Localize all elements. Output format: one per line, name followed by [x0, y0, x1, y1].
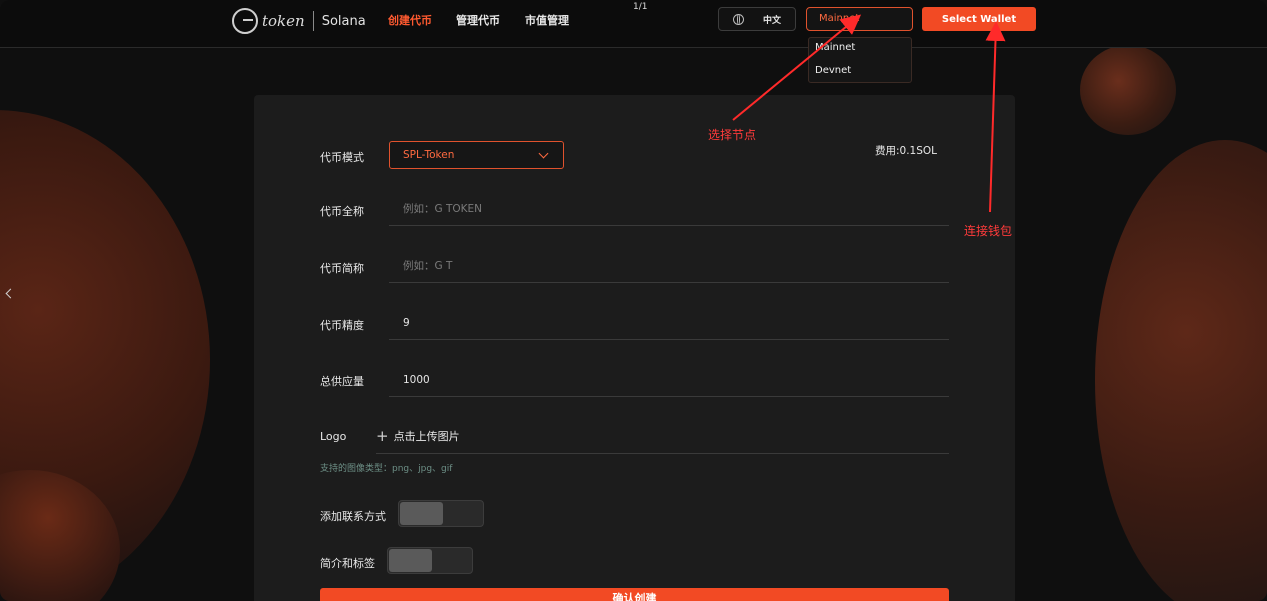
total-supply-field [389, 364, 949, 397]
network-selected: Mainnet [819, 13, 860, 24]
token-name-label: 代币全称 [320, 205, 364, 218]
fee-text: 费用:0.1SOL [875, 145, 938, 157]
language-label: 中文 [763, 15, 782, 26]
token-decimals-field [389, 307, 949, 340]
token-decimals-label: 代币精度 [320, 319, 364, 332]
logo-upload-field [376, 421, 949, 454]
language-button[interactable]: 中文 [718, 7, 796, 31]
create-token-panel [254, 95, 1015, 601]
toggle-knob [389, 549, 432, 572]
intro-toggle[interactable] [387, 547, 473, 574]
network-option-mainnet[interactable]: Mainnet [815, 42, 855, 53]
token-symbol-label: 代币简称 [320, 262, 364, 275]
annotation-connect-wallet: 连接钱包 [964, 224, 1013, 238]
logo-chain: Solana [321, 13, 366, 29]
token-name-field [389, 193, 949, 226]
chevron-down-icon [538, 148, 549, 159]
plus-icon: + [376, 427, 389, 445]
network-dropdown: Mainnet Devnet [808, 37, 912, 83]
total-supply-label: 总供应量 [320, 375, 364, 388]
logo-word: token [262, 12, 305, 30]
annotation-select-node: 选择节点 [708, 128, 757, 142]
decor-blob-small-right [1080, 45, 1176, 135]
brand-logo[interactable]: token Solana [232, 7, 366, 35]
upload-hint: 支持的图像类型：png、jpg、gif [320, 464, 453, 474]
token-mode-label: 代币模式 [320, 151, 364, 164]
page-indicator: 1/1 [633, 2, 648, 12]
total-supply-input[interactable] [389, 364, 949, 396]
decor-blob-right [1095, 140, 1267, 601]
contact-toggle[interactable] [398, 500, 484, 527]
nav-market-cap[interactable]: 市值管理 [525, 12, 569, 28]
logo-divider [312, 11, 314, 31]
contact-label: 添加联系方式 [320, 510, 386, 523]
toggle-knob [400, 502, 443, 525]
logo-upload-button[interactable]: + 点击上传图片 [376, 428, 460, 444]
app-frame: token Solana 创建代币 管理代币 市值管理 1/1 中文 Mainn… [0, 0, 1267, 601]
network-option-devnet[interactable]: Devnet [815, 65, 851, 76]
select-wallet-button[interactable]: Select Wallet [922, 7, 1036, 31]
token-symbol-field [389, 250, 949, 283]
nav-create-token[interactable]: 创建代币 [388, 12, 432, 28]
create-token-button[interactable]: 确认创建 [320, 588, 949, 601]
intro-label: 简介和标签 [320, 557, 375, 570]
logo-mark-icon [232, 8, 258, 34]
token-mode-select[interactable]: SPL-Token [389, 141, 564, 169]
network-select[interactable]: Mainnet [806, 7, 913, 31]
token-symbol-input[interactable] [389, 250, 949, 282]
token-name-input[interactable] [389, 193, 949, 225]
upload-label: 点击上传图片 [393, 430, 460, 443]
nav-manage-token[interactable]: 管理代币 [456, 12, 500, 28]
top-header: token Solana 创建代币 管理代币 市值管理 1/1 中文 Mainn… [0, 0, 1267, 48]
token-mode-value: SPL-Token [403, 149, 455, 161]
token-decimals-input[interactable] [389, 307, 949, 339]
globe-icon [733, 13, 744, 25]
logo-label: Logo [320, 430, 347, 443]
